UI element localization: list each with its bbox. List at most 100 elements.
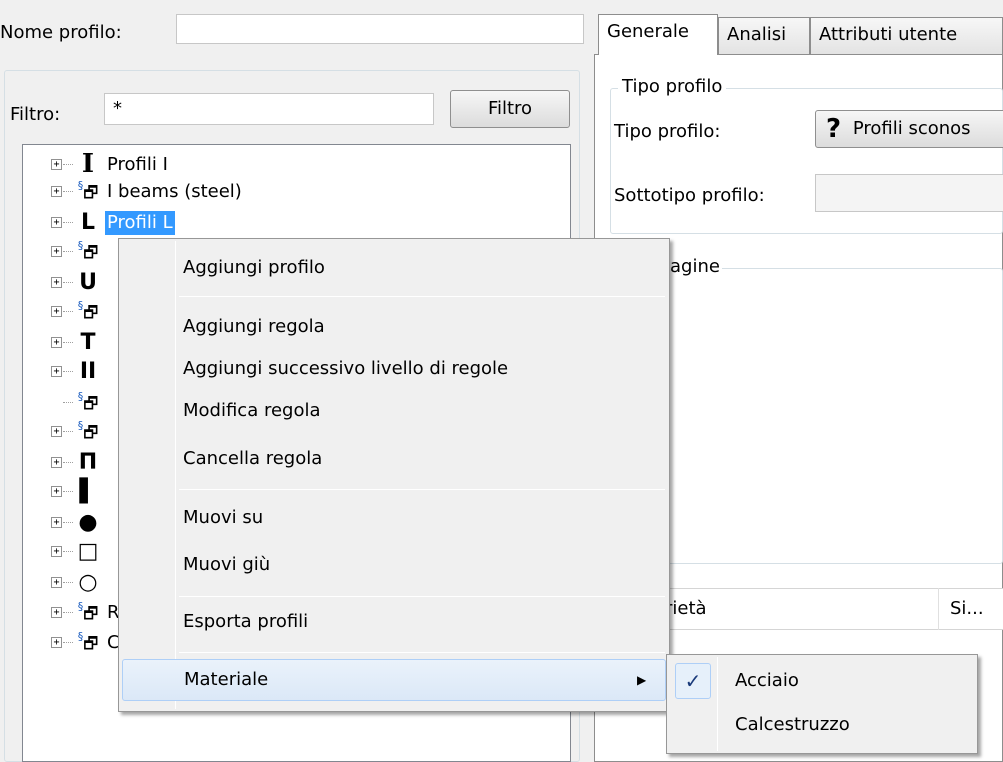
profile-type-value: Profili sconos [852, 118, 971, 139]
properties-column-name[interactable]: rietà [665, 598, 707, 619]
library-icon: §🗗 [77, 239, 99, 262]
tree-connector [63, 191, 73, 192]
tree-item-label [105, 480, 109, 504]
properties-column-value[interactable]: Si... [950, 598, 984, 619]
tree-item[interactable]: + §🗗 I beams (steel) [23, 178, 570, 205]
filter-label: Filtro: [10, 104, 61, 125]
filter-button[interactable]: Filtro [450, 90, 570, 128]
tree-item-label [105, 571, 109, 595]
profile-type-dropdown[interactable]: ? Profili sconos [815, 110, 1003, 148]
tree-connector [63, 522, 73, 523]
tree-item[interactable]: + L Profili L [23, 209, 570, 236]
tree-connector [63, 402, 73, 403]
menu-move-down[interactable]: Muovi giù [121, 545, 270, 585]
tree-item-label [105, 300, 109, 324]
menu-add-profile[interactable]: Aggiungi profilo [121, 248, 325, 288]
library-icon: §🗗 [77, 299, 99, 322]
double-i-icon: II [79, 359, 97, 384]
profile-name-input[interactable] [176, 14, 584, 44]
menu-move-up[interactable]: Muovi su [121, 498, 263, 538]
expand-icon[interactable]: + [51, 457, 62, 468]
submenu-item-acciaio[interactable]: ✓ Acciaio [671, 661, 971, 701]
t-profile-icon: T [80, 330, 96, 355]
profile-name-label: Nome profilo: [0, 22, 122, 43]
column-divider [938, 588, 939, 630]
expand-icon[interactable]: + [51, 577, 62, 588]
tree-connector [63, 551, 73, 552]
menu-material[interactable]: Materiale ▶ [122, 659, 666, 701]
expand-icon[interactable]: + [51, 186, 62, 197]
tree-connector [63, 462, 73, 463]
submenu-acciaio-label: Acciaio [735, 670, 799, 691]
menu-add-rule-level[interactable]: Aggiungi successivo livello di regole [121, 349, 508, 389]
tree-connector [63, 164, 73, 165]
tree-connector [63, 371, 73, 372]
tree-item-label [105, 360, 109, 384]
material-submenu: ✓ Acciaio Calcestruzzo [666, 654, 978, 754]
hat-profile-icon: Π [78, 450, 98, 475]
library-icon: §🗗 [77, 390, 99, 413]
tree-item-label [105, 391, 109, 415]
tree-connector [63, 342, 73, 343]
tree-connector [63, 491, 73, 492]
u-profile-icon: U [79, 270, 97, 295]
profile-subtype-label: Sottotipo profilo: [614, 185, 765, 206]
menu-separator [179, 296, 665, 297]
check-icon: ✓ [675, 663, 711, 699]
tab-attributi-utente[interactable]: Attributi utente [810, 17, 1003, 54]
expand-icon[interactable]: + [51, 366, 62, 377]
tree-connector [63, 222, 73, 223]
tree-item-label [105, 451, 109, 475]
tree-connector [63, 431, 73, 432]
profile-type-legend: Tipo profilo [618, 76, 727, 97]
round-tube-icon: ○ [78, 570, 98, 595]
expand-icon[interactable]: + [51, 486, 62, 497]
menu-delete-rule[interactable]: Cancella regola [121, 439, 322, 479]
profile-type-label: Tipo profilo: [614, 121, 721, 142]
submenu-arrow-icon: ▶ [637, 673, 647, 687]
question-icon: ? [826, 114, 842, 144]
filter-input[interactable]: * [104, 93, 434, 125]
profile-subtype-input[interactable] [815, 174, 1003, 212]
menu-material-label: Materiale [184, 669, 269, 690]
tree-item-label [105, 240, 109, 264]
round-bar-icon: ● [78, 510, 98, 535]
expand-icon[interactable]: + [51, 607, 62, 618]
menu-export-profiles[interactable]: Esporta profili [121, 602, 308, 642]
tree-connector [63, 582, 73, 583]
library-icon: §🗗 [77, 419, 99, 442]
tree-item-label [105, 420, 109, 444]
expand-icon[interactable]: + [51, 517, 62, 528]
library-icon: §🗗 [77, 179, 99, 202]
expand-icon[interactable]: + [51, 637, 62, 648]
expand-icon[interactable]: + [51, 546, 62, 557]
tab-analisi[interactable]: Analisi [718, 17, 810, 54]
context-menu: Aggiungi profilo Aggiungi regola Aggiung… [118, 238, 670, 712]
menu-separator [179, 489, 665, 490]
expand-icon[interactable]: + [51, 159, 62, 170]
l-profile-icon: L [80, 210, 96, 235]
tree-item-label: I beams (steel) [107, 181, 242, 202]
image-legend: agine [668, 256, 722, 277]
menu-edit-rule[interactable]: Modifica regola [121, 391, 321, 431]
tree-connector [63, 612, 73, 613]
expand-icon[interactable]: + [51, 306, 62, 317]
tree-connector [63, 311, 73, 312]
tree-item-label [105, 511, 109, 535]
profile-manager-window: { "profile_name": {"label": "Nome profil… [0, 0, 1003, 762]
expand-icon[interactable]: + [51, 246, 62, 257]
tree-connector [63, 642, 73, 643]
menu-separator [179, 652, 665, 653]
menu-add-rule[interactable]: Aggiungi regola [121, 307, 325, 347]
expand-icon[interactable]: + [51, 277, 62, 288]
expand-icon[interactable]: + [51, 426, 62, 437]
tree-item-label [105, 331, 109, 355]
expand-icon[interactable]: + [51, 217, 62, 228]
library-icon: §🗗 [77, 600, 99, 623]
submenu-item-calcestruzzo[interactable]: Calcestruzzo [671, 705, 971, 745]
rect-tube-icon: □ [77, 539, 99, 564]
tree-connector [63, 282, 73, 283]
tab-generale[interactable]: Generale [598, 14, 718, 55]
tree-item[interactable]: + I Profili I [23, 151, 570, 178]
expand-icon[interactable]: + [51, 337, 62, 348]
